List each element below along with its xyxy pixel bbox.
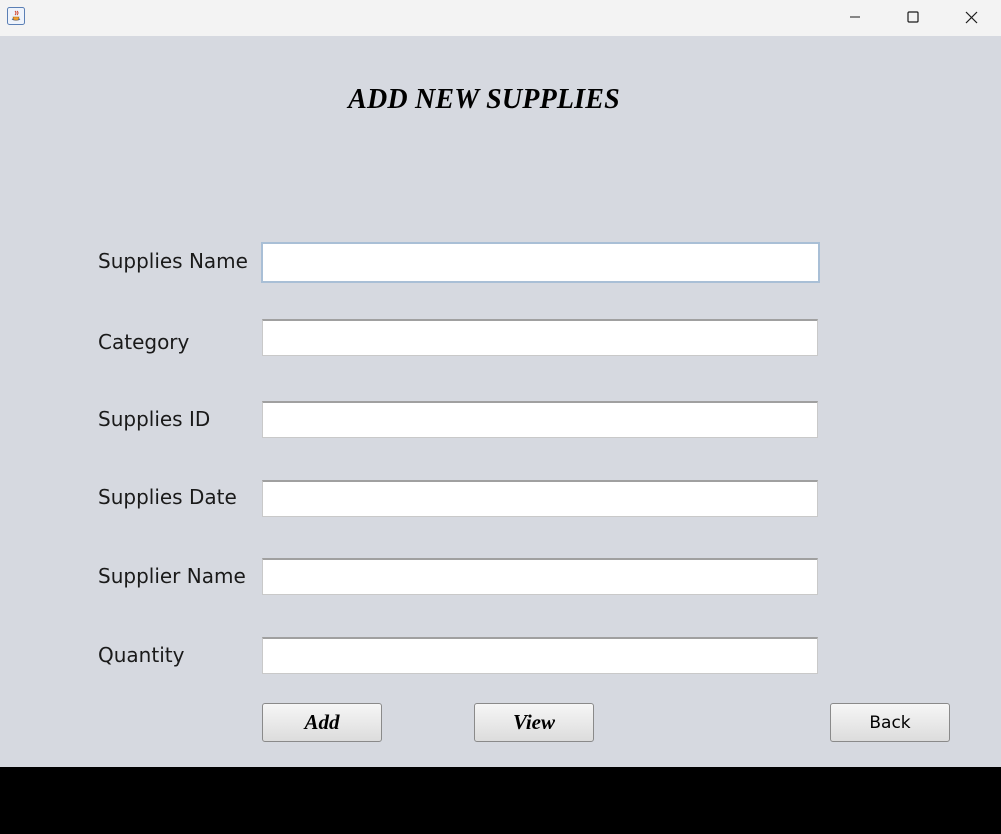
form-title: ADD NEW SUPPLIES bbox=[348, 84, 620, 115]
back-button[interactable]: Back bbox=[830, 703, 950, 742]
maximize-icon bbox=[907, 11, 919, 23]
quantity-input[interactable] bbox=[262, 637, 818, 674]
category-input[interactable] bbox=[262, 319, 818, 356]
java-app-icon[interactable] bbox=[7, 7, 25, 25]
supplies-id-label: Supplies ID bbox=[98, 407, 211, 431]
supplies-date-label: Supplies Date bbox=[98, 485, 237, 509]
supplier-name-input[interactable] bbox=[262, 558, 818, 595]
supplies-name-input[interactable] bbox=[261, 242, 820, 283]
minimize-button[interactable] bbox=[826, 0, 884, 34]
quantity-label: Quantity bbox=[98, 643, 185, 667]
title-bar bbox=[0, 0, 1001, 36]
close-icon bbox=[965, 11, 977, 23]
maximize-button[interactable] bbox=[884, 0, 942, 34]
minimize-icon bbox=[850, 16, 860, 18]
category-label: Category bbox=[98, 330, 190, 354]
view-button[interactable]: View bbox=[474, 703, 594, 742]
supplies-date-input[interactable] bbox=[262, 480, 818, 517]
supplies-name-label: Supplies Name bbox=[98, 249, 248, 273]
supplier-name-label: Supplier Name bbox=[98, 564, 246, 588]
supplies-id-input[interactable] bbox=[262, 401, 818, 438]
application-window: ADD NEW SUPPLIES Supplies Name Category … bbox=[0, 0, 1001, 767]
close-button[interactable] bbox=[942, 0, 1000, 34]
add-button[interactable]: Add bbox=[262, 703, 382, 742]
